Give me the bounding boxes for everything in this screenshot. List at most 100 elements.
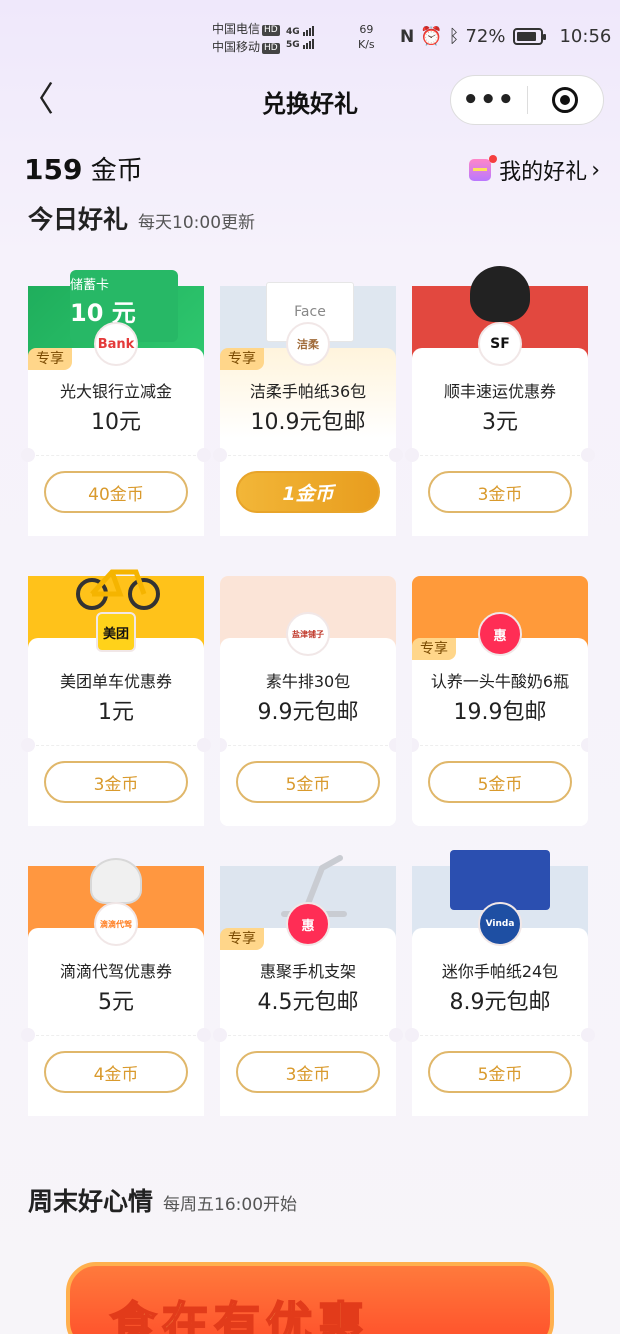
card-notch	[581, 1028, 595, 1042]
today-section-title: 今日好礼 每天10:00更新	[28, 200, 255, 236]
gift-name: 素牛排30包	[265, 672, 351, 691]
gift-name: 美团单车优惠券	[59, 672, 172, 691]
speed-value: 69	[359, 23, 374, 36]
card-notch	[197, 1028, 211, 1042]
brand-logo: Bank	[94, 322, 138, 366]
signal-icon: 4G 5G	[286, 26, 315, 52]
gift-price: 10元	[91, 410, 141, 435]
card-notch	[581, 448, 595, 462]
carrier-info: 中国电信 HD 中国移动 HD	[212, 20, 280, 56]
carrier-mobile: 中国移动	[212, 40, 261, 54]
exclusive-tag: 专享	[220, 348, 264, 370]
debit-card-label: 储蓄卡	[70, 278, 110, 293]
brand-logo: 滴滴代驾	[94, 902, 138, 946]
redeem-button[interactable]: 5金币	[428, 761, 572, 803]
target-icon	[552, 87, 579, 113]
exclusive-tag: 专享	[28, 348, 72, 370]
gift-card[interactable]: 专享 洁柔 洁柔手帕纸36包 10.9元包邮 1金币 Face	[213, 282, 403, 536]
card-notch	[213, 1028, 227, 1042]
battery-icon	[513, 28, 547, 45]
hd-badge: HD	[262, 25, 280, 36]
close-button[interactable]	[528, 87, 604, 113]
network-5g: 5G	[286, 40, 300, 50]
card-notch	[581, 738, 588, 752]
gift-card[interactable]: 专享惠惠聚手机支架 4.5元包邮 3金币	[213, 855, 403, 1116]
coin-unit: 金币	[90, 156, 143, 186]
chevron-right-icon: ›	[591, 157, 600, 183]
gift-price: 4.5元包邮	[257, 990, 359, 1015]
card-notch	[389, 738, 396, 752]
carrier-telecom: 中国电信	[212, 22, 261, 36]
gift-card[interactable]: 专享惠认养一头牛酸奶6瓶 19.9包邮 5金币	[412, 576, 588, 826]
card-divider	[420, 745, 580, 746]
gift-price: 3元	[482, 410, 518, 435]
gift-price: 10.9元包邮	[250, 410, 366, 435]
my-gifts-label: 我的好礼	[499, 160, 588, 185]
redeem-button[interactable]: 4金币	[44, 1051, 188, 1093]
redeem-button[interactable]: 1金币	[236, 471, 380, 513]
gift-name: 迷你手帕纸24包	[441, 962, 559, 981]
nfc-icon: N	[400, 26, 415, 47]
gift-card[interactable]: 盐津铺子 素牛排30包 9.9元包邮 5金币	[220, 576, 396, 826]
today-title: 今日好礼	[28, 205, 129, 234]
clock: 10:56	[559, 26, 612, 47]
network-4g: 4G	[286, 27, 300, 37]
gift-icon	[469, 155, 498, 181]
card-divider	[228, 745, 388, 746]
brand-logo: 盐津铺子	[286, 612, 330, 656]
status-bar: 中国电信 HD 中国移动 HD 4G 5G 69 K/s N ⏰ ᛒ 72% 10:…	[0, 0, 620, 74]
card-divider	[36, 745, 196, 746]
weekend-banner[interactable]: 食在有优惠	[66, 1262, 554, 1334]
brand-logo: 惠	[286, 902, 330, 946]
more-button[interactable]: •••	[451, 87, 527, 113]
card-notch	[405, 1028, 419, 1042]
redeem-button[interactable]: 3金币	[236, 1051, 380, 1093]
gift-price: 1元	[98, 700, 134, 725]
card-notch	[197, 738, 211, 752]
card-divider	[420, 455, 580, 456]
redeem-button[interactable]: 5金币	[428, 1051, 572, 1093]
system-icons: N ⏰ ᛒ 72% 10:56	[400, 26, 611, 47]
gift-name: 认养一头牛酸奶6瓶	[430, 672, 570, 691]
redeem-button[interactable]: 3金币	[428, 471, 572, 513]
weekend-section-title: 周末好心情 每周五16:00开始	[28, 1182, 297, 1218]
gift-card[interactable]: SF 顺丰速运优惠券 3元 3金币	[405, 266, 595, 536]
card-divider	[228, 1035, 388, 1036]
mini-program-capsule: •••	[450, 75, 604, 125]
weekend-title: 周末好心情	[28, 1187, 154, 1216]
gift-card[interactable]: 专享 Bank 光大银行立减金 10元 40金币 储蓄卡 10 元	[21, 270, 211, 536]
mascot-image	[470, 266, 530, 322]
card-notch	[405, 448, 419, 462]
brand-logo: 惠	[478, 612, 522, 656]
my-gifts-link[interactable]: 我的好礼 ›	[469, 154, 600, 186]
hd-badge: HD	[262, 43, 280, 54]
gift-card[interactable]: 美团美团单车优惠券 1元 3金币	[21, 569, 211, 826]
banner-text: 食在有优惠	[109, 1296, 370, 1334]
gift-card[interactable]: Vinda 迷你手帕纸24包 8.9元包邮 5金币	[405, 850, 595, 1116]
card-divider	[420, 1035, 580, 1036]
nav-bar: 〈 兑换好礼 •••	[0, 74, 620, 128]
card-notch	[213, 448, 227, 462]
redeem-button[interactable]: 3金币	[44, 761, 188, 803]
redeem-button[interactable]: 40金币	[44, 471, 188, 513]
card-notch	[21, 448, 35, 462]
gift-name: 惠聚手机支架	[259, 962, 356, 981]
card-divider	[228, 455, 388, 456]
today-subtitle: 每天10:00更新	[138, 213, 256, 233]
brand-logo: SF	[478, 322, 522, 366]
redeem-button[interactable]: 5金币	[236, 761, 380, 803]
card-divider	[36, 1035, 196, 1036]
tissue-pack-image	[450, 850, 550, 910]
brand-logo: 美团	[96, 612, 136, 652]
card-notch	[21, 1028, 35, 1042]
gift-name: 滴滴代驾优惠券	[59, 962, 172, 981]
driver-mascot-image	[90, 858, 142, 904]
gift-card[interactable]: 滴滴代驾 滴滴代驾优惠券 5元 4金币	[21, 858, 211, 1116]
weekend-subtitle: 每周五16:00开始	[163, 1195, 298, 1215]
card-notch	[389, 448, 403, 462]
gift-name: 顺丰速运优惠券	[443, 382, 556, 401]
bluetooth-icon: ᛒ	[448, 26, 460, 47]
card-divider	[36, 455, 196, 456]
coin-balance: 159 金币	[24, 150, 143, 187]
card-notch	[21, 738, 35, 752]
